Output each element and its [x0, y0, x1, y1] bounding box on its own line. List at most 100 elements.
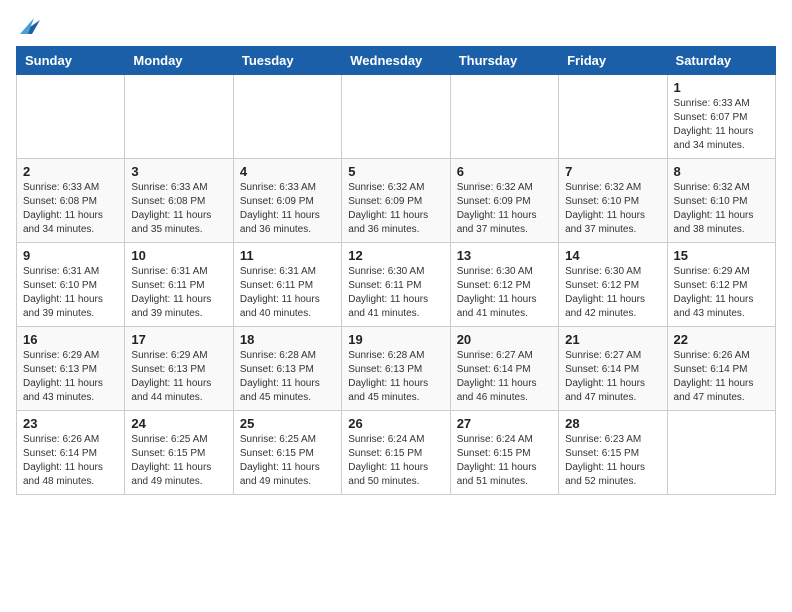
day-number: 21 [565, 332, 660, 347]
calendar-cell: 22 Sunrise: 6:26 AM Sunset: 6:14 PM Dayli… [667, 327, 775, 411]
weekday-header-friday: Friday [559, 47, 667, 75]
day-number: 16 [23, 332, 118, 347]
day-info: Sunrise: 6:26 AM Sunset: 6:14 PM Dayligh… [674, 349, 769, 405]
calendar-cell [17, 75, 125, 159]
week-row-4: 16 Sunrise: 6:29 AM Sunset: 6:13 PM Dayli… [17, 327, 776, 411]
calendar-cell: 10Sunrise: 6:31 AM Sunset: 6:11 PM Dayli… [125, 243, 233, 327]
day-info: Sunrise: 6:33 AM Sunset: 6:08 PM Dayligh… [23, 181, 118, 237]
weekday-header-row: SundayMondayTuesdayWednesdayThursdayFrid… [17, 47, 776, 75]
calendar-cell: 25 Sunrise: 6:25 AM Sunset: 6:15 PM Dayli… [233, 411, 341, 495]
day-info: Sunrise: 6:32 AM Sunset: 6:09 PM Dayligh… [457, 181, 552, 237]
day-number: 8 [674, 164, 769, 179]
day-info: Sunrise: 6:30 AM Sunset: 6:12 PM Dayligh… [565, 265, 660, 321]
calendar-cell: 3 Sunrise: 6:33 AM Sunset: 6:08 PM Daylig… [125, 159, 233, 243]
week-row-5: 23 Sunrise: 6:26 AM Sunset: 6:14 PM Dayli… [17, 411, 776, 495]
calendar-cell: 26 Sunrise: 6:24 AM Sunset: 6:15 PM Dayli… [342, 411, 450, 495]
calendar-cell: 20 Sunrise: 6:27 AM Sunset: 6:14 PM Dayli… [450, 327, 558, 411]
day-info: Sunrise: 6:24 AM Sunset: 6:15 PM Dayligh… [348, 433, 443, 489]
day-number: 4 [240, 164, 335, 179]
day-info: Sunrise: 6:30 AM Sunset: 6:11 PM Dayligh… [348, 265, 443, 321]
day-number: 19 [348, 332, 443, 347]
calendar-cell: 12 Sunrise: 6:30 AM Sunset: 6:11 PM Dayli… [342, 243, 450, 327]
calendar-cell: 8 Sunrise: 6:32 AM Sunset: 6:10 PM Daylig… [667, 159, 775, 243]
day-info: Sunrise: 6:23 AM Sunset: 6:15 PM Dayligh… [565, 433, 660, 489]
calendar-cell: 19 Sunrise: 6:28 AM Sunset: 6:13 PM Dayli… [342, 327, 450, 411]
week-row-1: 1 Sunrise: 6:33 AM Sunset: 6:07 PM Daylig… [17, 75, 776, 159]
day-number: 1 [674, 80, 769, 95]
day-info: Sunrise: 6:33 AM Sunset: 6:08 PM Dayligh… [131, 181, 226, 237]
weekday-header-thursday: Thursday [450, 47, 558, 75]
day-number: 22 [674, 332, 769, 347]
day-info: Sunrise: 6:32 AM Sunset: 6:10 PM Dayligh… [565, 181, 660, 237]
day-number: 18 [240, 332, 335, 347]
calendar-cell [667, 411, 775, 495]
weekday-header-tuesday: Tuesday [233, 47, 341, 75]
day-number: 10 [131, 248, 226, 263]
day-info: Sunrise: 6:28 AM Sunset: 6:13 PM Dayligh… [240, 349, 335, 405]
day-number: 2 [23, 164, 118, 179]
day-info: Sunrise: 6:29 AM Sunset: 6:12 PM Dayligh… [674, 265, 769, 321]
calendar-cell: 11Sunrise: 6:31 AM Sunset: 6:11 PM Dayli… [233, 243, 341, 327]
day-number: 24 [131, 416, 226, 431]
day-info: Sunrise: 6:24 AM Sunset: 6:15 PM Dayligh… [457, 433, 552, 489]
day-info: Sunrise: 6:28 AM Sunset: 6:13 PM Dayligh… [348, 349, 443, 405]
calendar-cell: 5 Sunrise: 6:32 AM Sunset: 6:09 PM Daylig… [342, 159, 450, 243]
calendar-cell: 21 Sunrise: 6:27 AM Sunset: 6:14 PM Dayli… [559, 327, 667, 411]
calendar-cell [342, 75, 450, 159]
day-info: Sunrise: 6:29 AM Sunset: 6:13 PM Dayligh… [23, 349, 118, 405]
calendar-cell [559, 75, 667, 159]
calendar-cell: 18 Sunrise: 6:28 AM Sunset: 6:13 PM Dayli… [233, 327, 341, 411]
day-number: 14 [565, 248, 660, 263]
calendar-cell: 2 Sunrise: 6:33 AM Sunset: 6:08 PM Daylig… [17, 159, 125, 243]
calendar-cell: 15 Sunrise: 6:29 AM Sunset: 6:12 PM Dayli… [667, 243, 775, 327]
day-info: Sunrise: 6:32 AM Sunset: 6:09 PM Dayligh… [348, 181, 443, 237]
day-info: Sunrise: 6:30 AM Sunset: 6:12 PM Dayligh… [457, 265, 552, 321]
calendar-cell: 6 Sunrise: 6:32 AM Sunset: 6:09 PM Daylig… [450, 159, 558, 243]
calendar-cell: 28 Sunrise: 6:23 AM Sunset: 6:15 PM Dayli… [559, 411, 667, 495]
day-info: Sunrise: 6:33 AM Sunset: 6:09 PM Dayligh… [240, 181, 335, 237]
day-number: 23 [23, 416, 118, 431]
day-info: Sunrise: 6:29 AM Sunset: 6:13 PM Dayligh… [131, 349, 226, 405]
week-row-2: 2 Sunrise: 6:33 AM Sunset: 6:08 PM Daylig… [17, 159, 776, 243]
week-row-3: 9 Sunrise: 6:31 AM Sunset: 6:10 PM Daylig… [17, 243, 776, 327]
calendar-cell [125, 75, 233, 159]
day-number: 25 [240, 416, 335, 431]
day-info: Sunrise: 6:27 AM Sunset: 6:14 PM Dayligh… [565, 349, 660, 405]
day-info: Sunrise: 6:32 AM Sunset: 6:10 PM Dayligh… [674, 181, 769, 237]
day-number: 5 [348, 164, 443, 179]
day-info: Sunrise: 6:33 AM Sunset: 6:07 PM Dayligh… [674, 97, 769, 153]
calendar-cell: 9 Sunrise: 6:31 AM Sunset: 6:10 PM Daylig… [17, 243, 125, 327]
day-number: 11 [240, 248, 335, 263]
calendar-cell: 24 Sunrise: 6:25 AM Sunset: 6:15 PM Dayli… [125, 411, 233, 495]
weekday-header-wednesday: Wednesday [342, 47, 450, 75]
header [16, 16, 776, 36]
day-number: 13 [457, 248, 552, 263]
day-number: 3 [131, 164, 226, 179]
calendar-cell [233, 75, 341, 159]
calendar-cell: 23 Sunrise: 6:26 AM Sunset: 6:14 PM Dayli… [17, 411, 125, 495]
weekday-header-sunday: Sunday [17, 47, 125, 75]
day-number: 27 [457, 416, 552, 431]
day-number: 15 [674, 248, 769, 263]
calendar-cell: 17Sunrise: 6:29 AM Sunset: 6:13 PM Dayli… [125, 327, 233, 411]
calendar-cell: 16 Sunrise: 6:29 AM Sunset: 6:13 PM Dayli… [17, 327, 125, 411]
day-info: Sunrise: 6:27 AM Sunset: 6:14 PM Dayligh… [457, 349, 552, 405]
day-number: 12 [348, 248, 443, 263]
day-info: Sunrise: 6:26 AM Sunset: 6:14 PM Dayligh… [23, 433, 118, 489]
day-number: 7 [565, 164, 660, 179]
day-info: Sunrise: 6:31 AM Sunset: 6:10 PM Dayligh… [23, 265, 118, 321]
calendar-cell: 13 Sunrise: 6:30 AM Sunset: 6:12 PM Dayli… [450, 243, 558, 327]
day-info: Sunrise: 6:25 AM Sunset: 6:15 PM Dayligh… [240, 433, 335, 489]
day-number: 26 [348, 416, 443, 431]
day-number: 9 [23, 248, 118, 263]
calendar-cell: 27 Sunrise: 6:24 AM Sunset: 6:15 PM Dayli… [450, 411, 558, 495]
day-info: Sunrise: 6:25 AM Sunset: 6:15 PM Dayligh… [131, 433, 226, 489]
weekday-header-monday: Monday [125, 47, 233, 75]
logo-icon [18, 16, 40, 36]
calendar-cell [450, 75, 558, 159]
day-number: 20 [457, 332, 552, 347]
calendar-cell: 14 Sunrise: 6:30 AM Sunset: 6:12 PM Dayli… [559, 243, 667, 327]
day-number: 6 [457, 164, 552, 179]
day-number: 28 [565, 416, 660, 431]
calendar-table: SundayMondayTuesdayWednesdayThursdayFrid… [16, 46, 776, 495]
